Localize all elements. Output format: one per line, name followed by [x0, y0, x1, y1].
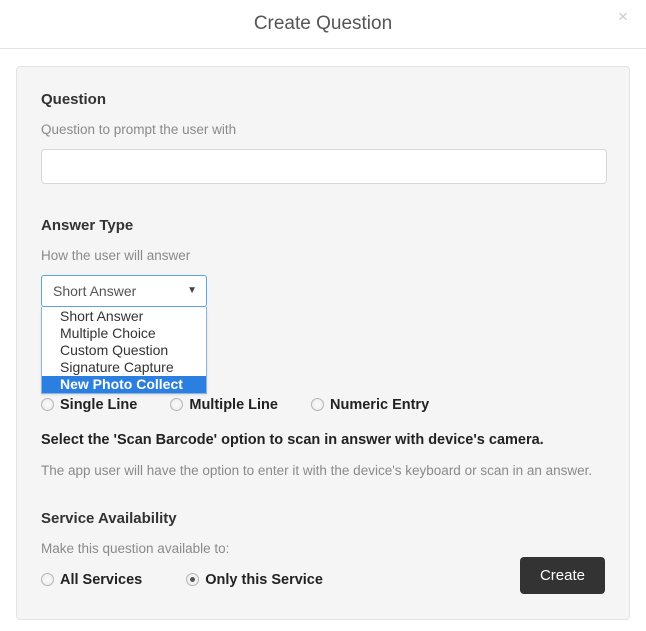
chevron-down-icon: ▼	[187, 285, 197, 296]
radio-numeric-entry[interactable]: Numeric Entry	[311, 397, 429, 413]
modal-header: Create Question ×	[0, 0, 646, 49]
radio-only-this-service-label: Only this Service	[205, 572, 323, 588]
dropdown-option-short-answer[interactable]: Short Answer	[42, 308, 206, 325]
radio-multiple-line-label: Multiple Line	[189, 397, 278, 413]
answer-type-help-text: How the user will answer	[41, 248, 191, 263]
close-icon[interactable]: ×	[613, 7, 633, 27]
dropdown-option-new-photo-collect[interactable]: New Photo Collect	[42, 376, 206, 393]
create-question-panel: Question Question to prompt the user wit…	[16, 66, 630, 620]
answer-format-radio-group: Single Line Multiple Line Numeric Entry	[41, 397, 458, 413]
answer-type-section-heading: Answer Type	[41, 217, 134, 234]
radio-multiple-line[interactable]: Multiple Line	[170, 397, 278, 413]
radio-single-line[interactable]: Single Line	[41, 397, 137, 413]
dropdown-option-custom-question[interactable]: Custom Question	[42, 342, 206, 359]
radio-numeric-entry-label: Numeric Entry	[330, 397, 430, 413]
answer-entry-sub-note: The app user will have the option to ent…	[41, 463, 593, 478]
radio-icon	[41, 398, 54, 411]
answer-type-select[interactable]: Short Answer ▼	[41, 275, 207, 307]
page-title: Create Question	[253, 13, 393, 34]
scan-barcode-note: Select the 'Scan Barcode' option to scan…	[41, 432, 544, 448]
question-help-text: Question to prompt the user with	[41, 122, 237, 137]
radio-all-services[interactable]: All Services	[41, 572, 142, 588]
radio-icon	[186, 573, 200, 586]
radio-icon	[170, 398, 184, 411]
question-section-heading: Question	[41, 91, 107, 108]
dropdown-option-signature-capture[interactable]: Signature Capture	[42, 359, 206, 376]
service-availability-heading: Service Availability	[41, 510, 177, 527]
radio-only-this-service[interactable]: Only this Service	[186, 572, 323, 588]
create-button[interactable]: Create	[519, 557, 605, 594]
answer-type-select-value: Short Answer	[53, 283, 137, 299]
answer-type-dropdown-list[interactable]: Short Answer Multiple Choice Custom Ques…	[41, 307, 207, 394]
answer-type-select-wrapper: Short Answer ▼ Short Answer Multiple Cho…	[41, 275, 207, 394]
radio-icon	[41, 573, 54, 586]
question-input[interactable]	[41, 149, 607, 184]
radio-all-services-label: All Services	[60, 572, 143, 588]
radio-icon	[311, 398, 325, 411]
dropdown-option-multiple-choice[interactable]: Multiple Choice	[42, 325, 206, 342]
service-availability-help-text: Make this question available to:	[41, 541, 230, 556]
radio-single-line-label: Single Line	[60, 397, 138, 413]
